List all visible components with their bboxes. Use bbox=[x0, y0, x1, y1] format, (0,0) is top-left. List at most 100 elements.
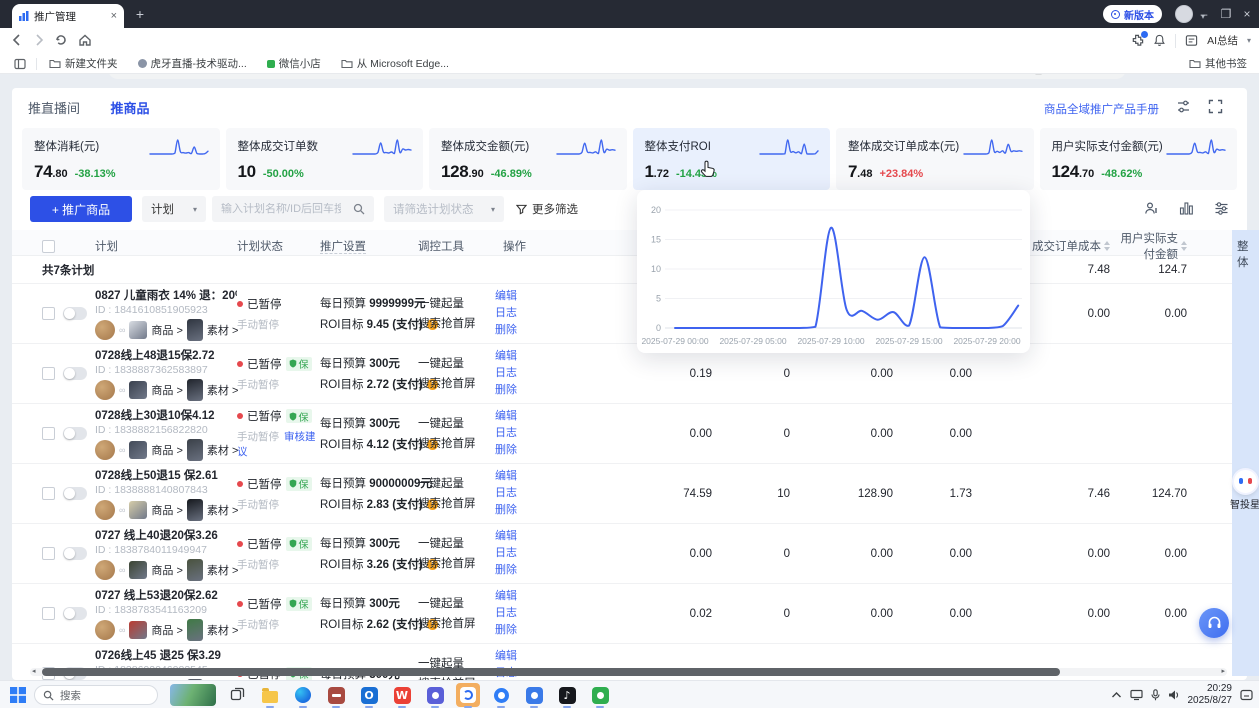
product-link[interactable]: 商品 > bbox=[151, 442, 182, 458]
material-link[interactable]: 素材 > bbox=[207, 382, 238, 398]
action-log[interactable]: 日志 bbox=[495, 425, 540, 442]
window-minimize-button[interactable]: – bbox=[1197, 7, 1211, 21]
side-panel-icon[interactable] bbox=[14, 58, 26, 70]
search-icon[interactable] bbox=[353, 203, 365, 215]
material-link[interactable]: 素材 > bbox=[207, 502, 238, 518]
tool-search-top-screen[interactable]: 搜索抢首屏 bbox=[418, 494, 495, 514]
taskbar-app-app-indigo[interactable] bbox=[423, 683, 447, 707]
tab-promote-liveroom[interactable]: 推直播间 bbox=[28, 101, 80, 116]
sort-icon[interactable] bbox=[1181, 241, 1187, 251]
back-icon[interactable] bbox=[10, 33, 24, 47]
action-edit[interactable]: 编辑 bbox=[495, 588, 540, 605]
taskbar-app-app-green[interactable] bbox=[588, 683, 612, 707]
row-enable-toggle[interactable] bbox=[63, 307, 87, 320]
row-checkbox[interactable] bbox=[42, 427, 55, 440]
chevron-down-icon[interactable]: ▾ bbox=[1247, 36, 1251, 45]
ai-summary-label[interactable]: AI总结 bbox=[1207, 33, 1238, 48]
tool-search-top-screen[interactable]: 搜索抢首屏 bbox=[418, 614, 495, 634]
bookmark-item-folder[interactable]: 新建文件夹 bbox=[49, 56, 118, 71]
material-link[interactable]: 素材 > bbox=[207, 442, 238, 458]
tool-one-click-boost[interactable]: 一键起量 bbox=[418, 414, 495, 434]
window-close-button[interactable]: × bbox=[1240, 7, 1254, 21]
action-delete[interactable]: 删除 bbox=[495, 382, 540, 399]
product-link[interactable]: 商品 > bbox=[151, 562, 182, 578]
action-edit[interactable]: 编辑 bbox=[495, 468, 540, 485]
handbook-link[interactable]: 商品全域推广产品手册 bbox=[1044, 101, 1159, 117]
browser-profile-avatar[interactable] bbox=[1175, 5, 1193, 23]
product-link[interactable]: 商品 > bbox=[151, 622, 182, 638]
row-checkbox[interactable] bbox=[42, 307, 55, 320]
product-link[interactable]: 商品 > bbox=[151, 502, 182, 518]
scroll-left-arrow[interactable]: ◂ bbox=[32, 668, 36, 676]
new-tab-button[interactable]: + bbox=[132, 6, 148, 22]
audience-icon[interactable] bbox=[1144, 201, 1159, 216]
taskbar-search[interactable]: 搜索 bbox=[34, 685, 158, 705]
tool-search-top-screen[interactable]: 搜索抢首屏 bbox=[418, 374, 495, 394]
tool-one-click-boost[interactable]: 一键起量 bbox=[418, 354, 495, 374]
assistant-widget[interactable]: 智投星 bbox=[1230, 470, 1259, 511]
new-version-badge[interactable]: 新版本 bbox=[1103, 5, 1162, 23]
tool-search-top-screen[interactable]: 搜索抢首屏 bbox=[418, 554, 495, 574]
tab-close-icon[interactable]: × bbox=[111, 11, 117, 22]
select-all-checkbox[interactable] bbox=[42, 240, 55, 253]
taskbar-clock[interactable]: 20:29 2025/8/27 bbox=[1188, 683, 1233, 707]
taskbar-app-qianchuan[interactable] bbox=[456, 683, 480, 707]
scroll-right-arrow[interactable]: ▸ bbox=[1221, 668, 1225, 676]
kpi-card-4[interactable]: 整体支付ROI1.72-14.43% bbox=[633, 128, 831, 190]
kpi-card-3[interactable]: 整体成交金额(元)128.90-46.89% bbox=[429, 128, 627, 190]
tool-one-click-boost[interactable]: 一键起量 bbox=[418, 534, 495, 554]
row-checkbox[interactable] bbox=[42, 367, 55, 380]
action-log[interactable]: 日志 bbox=[495, 365, 540, 382]
plan-status-select[interactable]: 请筛选计划状态▾ bbox=[384, 196, 504, 222]
taskbar-app-wps-office[interactable]: W bbox=[390, 683, 414, 707]
row-enable-toggle[interactable] bbox=[63, 547, 87, 560]
plan-search-field[interactable] bbox=[212, 196, 374, 222]
taskbar-app-douyin[interactable]: ♪ bbox=[555, 683, 579, 707]
tool-search-top-screen[interactable]: 搜索抢首屏 bbox=[418, 434, 495, 454]
action-edit[interactable]: 编辑 bbox=[495, 528, 540, 545]
settings-sliders-icon[interactable] bbox=[1214, 201, 1229, 216]
scrollbar-thumb[interactable] bbox=[42, 668, 1060, 676]
action-delete[interactable]: 删除 bbox=[495, 502, 540, 519]
action-edit[interactable]: 编辑 bbox=[495, 288, 540, 305]
taskbar-app-file-explorer[interactable] bbox=[258, 683, 282, 707]
action-delete[interactable]: 删除 bbox=[495, 322, 540, 339]
action-log[interactable]: 日志 bbox=[495, 605, 540, 622]
search-input[interactable] bbox=[221, 203, 341, 215]
more-filters-button[interactable]: 更多筛选 bbox=[516, 196, 578, 222]
speaker-icon[interactable] bbox=[1168, 689, 1180, 701]
row-enable-toggle[interactable] bbox=[63, 367, 87, 380]
taskbar-app-edge-browser[interactable] bbox=[291, 683, 315, 707]
product-link[interactable]: 商品 > bbox=[151, 322, 182, 338]
taskbar-app-microsoft-store[interactable] bbox=[324, 683, 348, 707]
tool-one-click-boost[interactable]: 一键起量 bbox=[418, 594, 495, 614]
kpi-card-1[interactable]: 整体消耗(元)74.80-38.13% bbox=[22, 128, 220, 190]
fullscreen-icon[interactable] bbox=[1208, 99, 1223, 114]
home-icon[interactable] bbox=[78, 33, 92, 47]
action-delete[interactable]: 删除 bbox=[495, 442, 540, 459]
forward-icon[interactable] bbox=[32, 33, 46, 47]
tool-one-click-boost[interactable]: 一键起量 bbox=[418, 474, 495, 494]
row-checkbox[interactable] bbox=[42, 547, 55, 560]
action-delete[interactable]: 删除 bbox=[495, 562, 540, 579]
taskbar-app-app-blue-square[interactable] bbox=[522, 683, 546, 707]
material-link[interactable]: 素材 > bbox=[207, 622, 238, 638]
custom-columns-icon[interactable] bbox=[1176, 99, 1191, 114]
column-chart-icon[interactable] bbox=[1179, 201, 1194, 216]
notifications-bell-icon[interactable] bbox=[1153, 34, 1166, 47]
taskbar-app-app-blue-circle[interactable] bbox=[489, 683, 513, 707]
action-edit[interactable]: 编辑 bbox=[495, 648, 540, 665]
material-link[interactable]: 素材 > bbox=[207, 562, 238, 578]
row-checkbox[interactable] bbox=[42, 607, 55, 620]
tool-search-top-screen[interactable]: 搜索抢首屏 bbox=[418, 314, 495, 334]
horizontal-scrollbar[interactable]: ◂ ▸ bbox=[30, 668, 1227, 676]
customer-service-button[interactable] bbox=[1199, 608, 1229, 638]
plan-type-select[interactable]: 计划▾ bbox=[142, 196, 206, 222]
extensions-icon[interactable] bbox=[1131, 34, 1144, 47]
monitor-icon[interactable] bbox=[1130, 689, 1143, 701]
bookmark-item-edge-import[interactable]: 从 Microsoft Edge... bbox=[341, 56, 449, 71]
add-promotion-button[interactable]: + 推广商品 bbox=[30, 196, 132, 222]
weather-widget[interactable] bbox=[170, 684, 216, 706]
kpi-card-5[interactable]: 整体成交订单成本(元)7.48+23.84% bbox=[836, 128, 1034, 190]
window-maximize-button[interactable]: ❐ bbox=[1219, 7, 1233, 21]
